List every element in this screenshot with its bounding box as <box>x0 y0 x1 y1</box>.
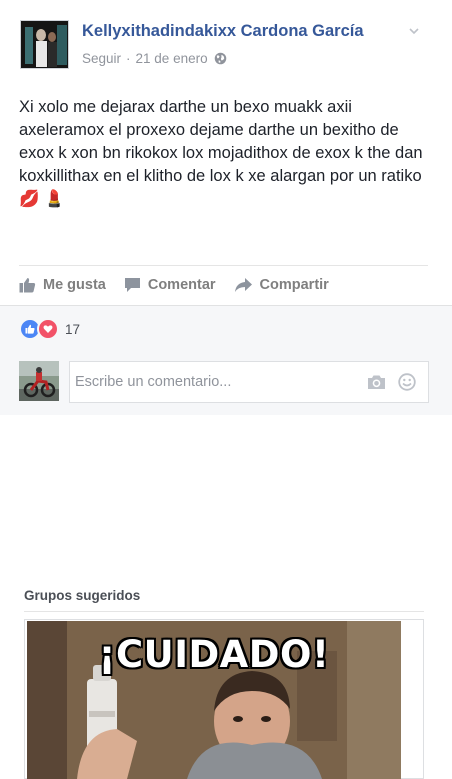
comments-section: 17 Escribe un comentario... <box>0 305 452 415</box>
spacer <box>0 415 452 580</box>
post-date[interactable]: 21 de enero <box>136 51 208 66</box>
author-name[interactable]: Kellyxithadindakixx Cardona García <box>82 22 364 41</box>
post-actions: Me gusta Comentar Compartir <box>19 273 347 297</box>
post-meta: Seguir · 21 de enero <box>82 51 227 66</box>
reaction-count: 17 <box>65 321 81 337</box>
comment-label: Comentar <box>147 277 216 293</box>
post-card: Kellyxithadindakixx Cardona García Segui… <box>0 0 452 305</box>
chevron-down-icon[interactable] <box>409 26 419 36</box>
group-card[interactable]: ¡CUIDADO! <box>24 619 424 779</box>
reactions-summary[interactable]: 17 <box>19 318 80 340</box>
share-button[interactable]: Compartir <box>234 277 329 293</box>
globe-icon <box>214 52 226 65</box>
group-image-caption: ¡CUIDADO! <box>98 633 330 676</box>
like-label: Me gusta <box>43 277 106 293</box>
divider <box>19 265 428 266</box>
author-avatar[interactable] <box>20 20 69 69</box>
comment-placeholder: Escribe un comentario... <box>75 374 232 390</box>
group-cover-image[interactable]: ¡CUIDADO! <box>27 621 401 779</box>
comment-icon <box>124 278 140 292</box>
suggested-groups-title: Grupos sugeridos <box>24 588 141 603</box>
like-button[interactable]: Me gusta <box>19 277 106 293</box>
commenter-avatar[interactable] <box>19 361 59 401</box>
emoji-icon[interactable] <box>398 373 416 391</box>
comment-button[interactable]: Comentar <box>124 277 216 293</box>
post-text: Xi xolo me dejarax darthe un bexo muakk … <box>19 98 423 208</box>
divider <box>24 611 424 612</box>
meta-separator: · <box>126 51 131 66</box>
thumbs-up-icon <box>19 278 36 293</box>
share-label: Compartir <box>259 277 329 293</box>
share-arrow-icon <box>234 278 252 292</box>
suggested-groups: Grupos sugeridos ¡CUIDADO! <box>0 580 452 779</box>
follow-link[interactable]: Seguir <box>82 51 121 66</box>
camera-icon[interactable] <box>367 374 386 390</box>
comment-input[interactable]: Escribe un comentario... <box>69 361 429 403</box>
love-icon <box>37 318 59 340</box>
